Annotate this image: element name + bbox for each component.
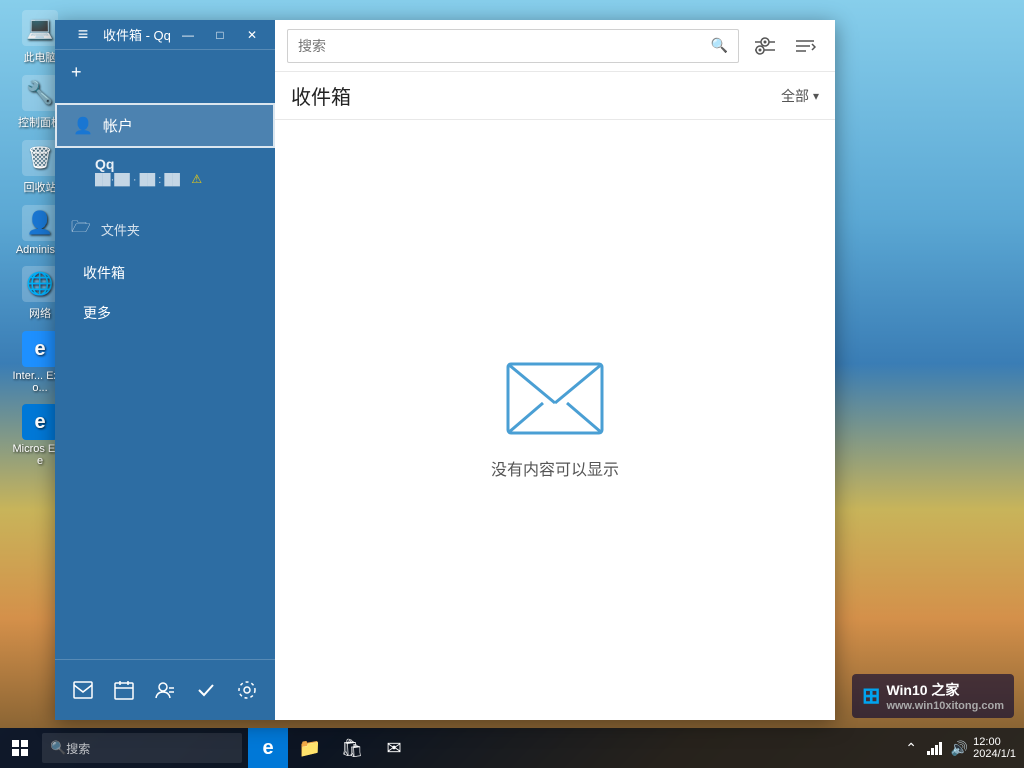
taskbar: 🔍 搜索 e 📁 🛍 ✉ ⌃ 🔊 12:00 2024/1/1 (0, 728, 1024, 768)
accounts-section: 👤 帐户 Qq ██·██ · ██ : ██ ⚠ (55, 103, 275, 190)
taskbar-mail-icon[interactable]: ✉ (374, 728, 414, 768)
search-input[interactable] (298, 38, 703, 54)
filter-button[interactable] (747, 28, 783, 64)
tasks-nav-button[interactable] (188, 672, 224, 708)
filter-dropdown[interactable]: 全部 ▾ (781, 86, 819, 106)
admin-icon: 👤 (22, 205, 58, 241)
empty-state: 没有内容可以显示 (275, 120, 835, 720)
sidebar-item-more[interactable]: 更多 (55, 293, 275, 333)
new-mail-button[interactable]: + (55, 50, 275, 95)
this-pc-label: 此电脑 (24, 49, 57, 65)
recycle-bin-label: 回收站 (24, 179, 57, 195)
taskbar-search[interactable]: 🔍 搜索 (42, 733, 242, 763)
taskbar-tray: ⌃ 🔊 12:00 2024/1/1 (901, 736, 1024, 760)
watermark-sub: www.win10xitong.com (886, 700, 1004, 712)
mail-sidebar: ≡ 收件箱 - Qq — □ ✕ + 👤 帐户 (55, 20, 275, 720)
start-button[interactable] (0, 728, 40, 768)
chevron-down-icon: ▾ (813, 89, 819, 103)
tray-network-icon[interactable] (925, 738, 945, 758)
win10-watermark: ⊞ Win10 之家 www.win10xitong.com (852, 674, 1014, 718)
tray-caret-icon[interactable]: ⌃ (901, 738, 921, 758)
inbox-label: 收件箱 (83, 263, 125, 283)
empty-envelope-icon (505, 361, 605, 436)
close-button[interactable]: ✕ (237, 20, 267, 50)
tray-clock: 12:00 2024/1/1 (973, 736, 1016, 760)
taskbar-edge-icon[interactable]: e (248, 728, 288, 768)
this-pc-icon: 💻 (22, 10, 58, 46)
accounts-label: 帐户 (103, 115, 133, 136)
ie-icon: e (22, 331, 58, 367)
mail-window: ≡ 收件箱 - Qq — □ ✕ + 👤 帐户 (55, 20, 835, 720)
settings-nav-button[interactable] (229, 672, 265, 708)
taskbar-explorer-icon[interactable]: 📁 (290, 728, 330, 768)
folders-section: 🗁 文件夹 收件箱 更多 (55, 206, 275, 333)
sort-button[interactable] (787, 28, 823, 64)
control-panel-icon: 🔧 (22, 75, 58, 111)
filter-label: 全部 (781, 86, 809, 106)
toolbar-icons (747, 28, 823, 64)
maximize-button[interactable]: □ (205, 20, 235, 50)
inbox-header: 收件箱 全部 ▾ (275, 72, 835, 120)
folders-label: 文件夹 (101, 220, 140, 239)
warning-icon: ⚠ (191, 172, 202, 186)
taskbar-search-label: 搜索 (66, 740, 90, 757)
search-wrapper[interactable]: 🔍 (287, 29, 739, 63)
window-title: 收件箱 - Qq (103, 25, 171, 44)
contacts-nav-button[interactable] (147, 672, 183, 708)
account-name: Qq (95, 156, 114, 172)
window-controls: — □ ✕ (173, 20, 267, 50)
taskbar-store-icon[interactable]: 🛍 (332, 728, 372, 768)
sidebar-item-inbox[interactable]: 收件箱 (55, 253, 275, 293)
sidebar-titlebar: ≡ 收件箱 - Qq — □ ✕ (55, 20, 275, 50)
minimize-button[interactable]: — (173, 20, 203, 50)
windows-logo-icon: ⊞ (862, 683, 880, 709)
more-label: 更多 (83, 303, 111, 323)
network-icon: 🌐 (22, 266, 58, 302)
edge-icon: e (22, 404, 58, 440)
plus-icon: + (71, 62, 82, 83)
sidebar-item-folder-section: 🗁 文件夹 (55, 206, 275, 253)
recycle-bin-icon: 🗑 (22, 140, 58, 176)
account-icon: 👤 (73, 116, 93, 136)
sidebar-item-accounts[interactable]: 👤 帐户 (55, 103, 275, 148)
account-details: Qq ██·██ · ██ : ██ ⚠ (55, 148, 275, 190)
inbox-title: 收件箱 (291, 81, 781, 110)
tray-volume-icon[interactable]: 🔊 (949, 738, 969, 758)
sidebar-bottom-icons (55, 659, 275, 720)
mail-content: 🔍 (275, 20, 835, 720)
search-bar: 🔍 (275, 20, 835, 72)
network-label: 网络 (29, 305, 51, 321)
watermark-text: Win10 之家 www.win10xitong.com (886, 680, 1004, 712)
calendar-nav-button[interactable] (106, 672, 142, 708)
taskbar-pinned-icons: e 📁 🛍 ✉ (248, 728, 414, 768)
watermark-main: Win10 之家 (886, 680, 1004, 700)
desktop: 💻 此电脑 🔧 控制面板 🗑 回收站 👤 Adminis... 🌐 网络 e I… (0, 0, 1024, 768)
mail-nav-button[interactable] (65, 672, 101, 708)
folder-section-icon: 🗁 (71, 216, 91, 243)
search-icon: 🔍 (711, 37, 728, 54)
account-email: ██·██ · ██ : ██ (95, 174, 180, 186)
taskbar-search-icon: 🔍 (50, 740, 66, 756)
empty-message: 没有内容可以显示 (491, 456, 619, 480)
